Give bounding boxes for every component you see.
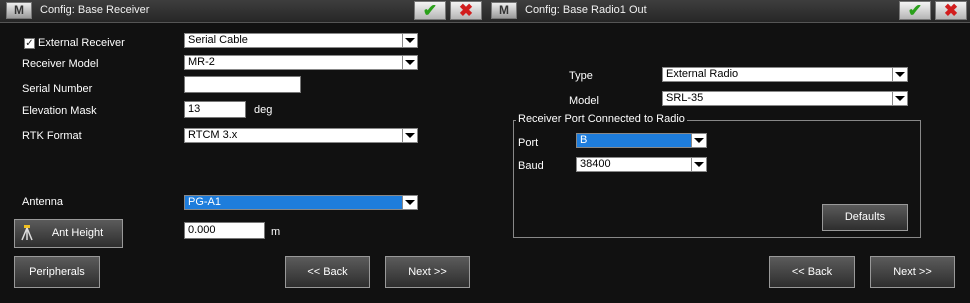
serial-number-input[interactable]	[184, 76, 301, 93]
checkmark-icon: ✔	[907, 1, 923, 20]
ant-height-unit: m	[271, 226, 281, 238]
serial-number-label: Serial Number	[22, 83, 93, 95]
elevation-unit: deg	[254, 104, 273, 116]
chevron-down-icon[interactable]	[402, 34, 417, 47]
antenna-select[interactable]: PG-A1	[184, 195, 418, 210]
type-select[interactable]: External Radio	[662, 67, 908, 82]
port-label: Port	[518, 137, 539, 149]
group-title: Receiver Port Connected to Radio	[516, 113, 687, 125]
rtk-format-select[interactable]: RTCM 3.x	[184, 128, 418, 143]
red-x-icon: ✖	[943, 1, 959, 20]
checkmark-icon: ✔	[422, 1, 438, 20]
ant-height-button[interactable]: Ant Height	[14, 219, 123, 248]
panel-title: Config: Base Radio1 Out	[525, 4, 647, 16]
receiver-model-label: Receiver Model	[22, 58, 99, 70]
ok-button[interactable]: ✔	[899, 1, 931, 20]
ant-height-input[interactable]: 0.000	[184, 222, 265, 239]
baud-value: 38400	[580, 158, 611, 170]
type-label: Type	[569, 70, 593, 82]
back-button[interactable]: << Back	[769, 256, 855, 288]
title-bar: M Config: Base Radio1 Out ✔ ✖	[485, 0, 970, 23]
cancel-button[interactable]: ✖	[450, 1, 482, 20]
next-button[interactable]: Next >>	[385, 256, 470, 288]
chevron-down-icon[interactable]	[892, 68, 907, 81]
next-button[interactable]: Next >>	[870, 256, 955, 288]
chevron-down-icon[interactable]	[691, 134, 706, 147]
receiver-model-value: MR-2	[188, 56, 215, 68]
elevation-mask-label: Elevation Mask	[22, 105, 97, 117]
ok-button[interactable]: ✔	[414, 1, 446, 20]
menu-button[interactable]: M	[6, 2, 32, 19]
external-receiver-label: External Receiver	[38, 37, 125, 49]
receiver-model-select[interactable]: MR-2	[184, 55, 418, 70]
rtk-format-label: RTK Format	[22, 130, 82, 142]
model-value: SRL-35	[666, 92, 704, 104]
peripherals-button[interactable]: Peripherals	[14, 256, 100, 288]
tripod-icon	[21, 225, 33, 241]
panel-title: Config: Base Receiver	[40, 4, 150, 16]
chevron-down-icon[interactable]	[402, 56, 417, 69]
external-receiver-checkbox[interactable]: ✓	[24, 38, 35, 49]
cancel-button[interactable]: ✖	[935, 1, 967, 20]
chevron-down-icon[interactable]	[402, 196, 417, 209]
antenna-value: PG-A1	[188, 196, 222, 208]
title-bar: M Config: Base Receiver ✔ ✖	[0, 0, 485, 23]
port-value: B	[580, 134, 588, 146]
elevation-mask-input[interactable]: 13	[184, 101, 246, 118]
connection-select[interactable]: Serial Cable	[184, 33, 418, 48]
defaults-button[interactable]: Defaults	[822, 204, 908, 231]
red-x-icon: ✖	[458, 1, 474, 20]
base-radio-panel: M Config: Base Radio1 Out ✔ ✖ Type Exter…	[485, 0, 970, 303]
rtk-format-value: RTCM 3.x	[188, 129, 238, 141]
ant-height-label: Ant Height	[51, 227, 104, 239]
antenna-label: Antenna	[22, 196, 63, 208]
back-button[interactable]: << Back	[285, 256, 370, 288]
chevron-down-icon[interactable]	[402, 129, 417, 142]
chevron-down-icon[interactable]	[892, 92, 907, 105]
model-select[interactable]: SRL-35	[662, 91, 908, 106]
menu-button[interactable]: M	[491, 2, 517, 19]
port-select[interactable]: B	[576, 133, 707, 148]
model-label: Model	[569, 95, 599, 107]
base-receiver-panel: M Config: Base Receiver ✔ ✖ ✓ External R…	[0, 0, 485, 303]
baud-select[interactable]: 38400	[576, 157, 707, 172]
baud-label: Baud	[518, 160, 544, 172]
chevron-down-icon[interactable]	[691, 158, 706, 171]
connection-value: Serial Cable	[188, 34, 248, 46]
type-value: External Radio	[666, 68, 739, 80]
